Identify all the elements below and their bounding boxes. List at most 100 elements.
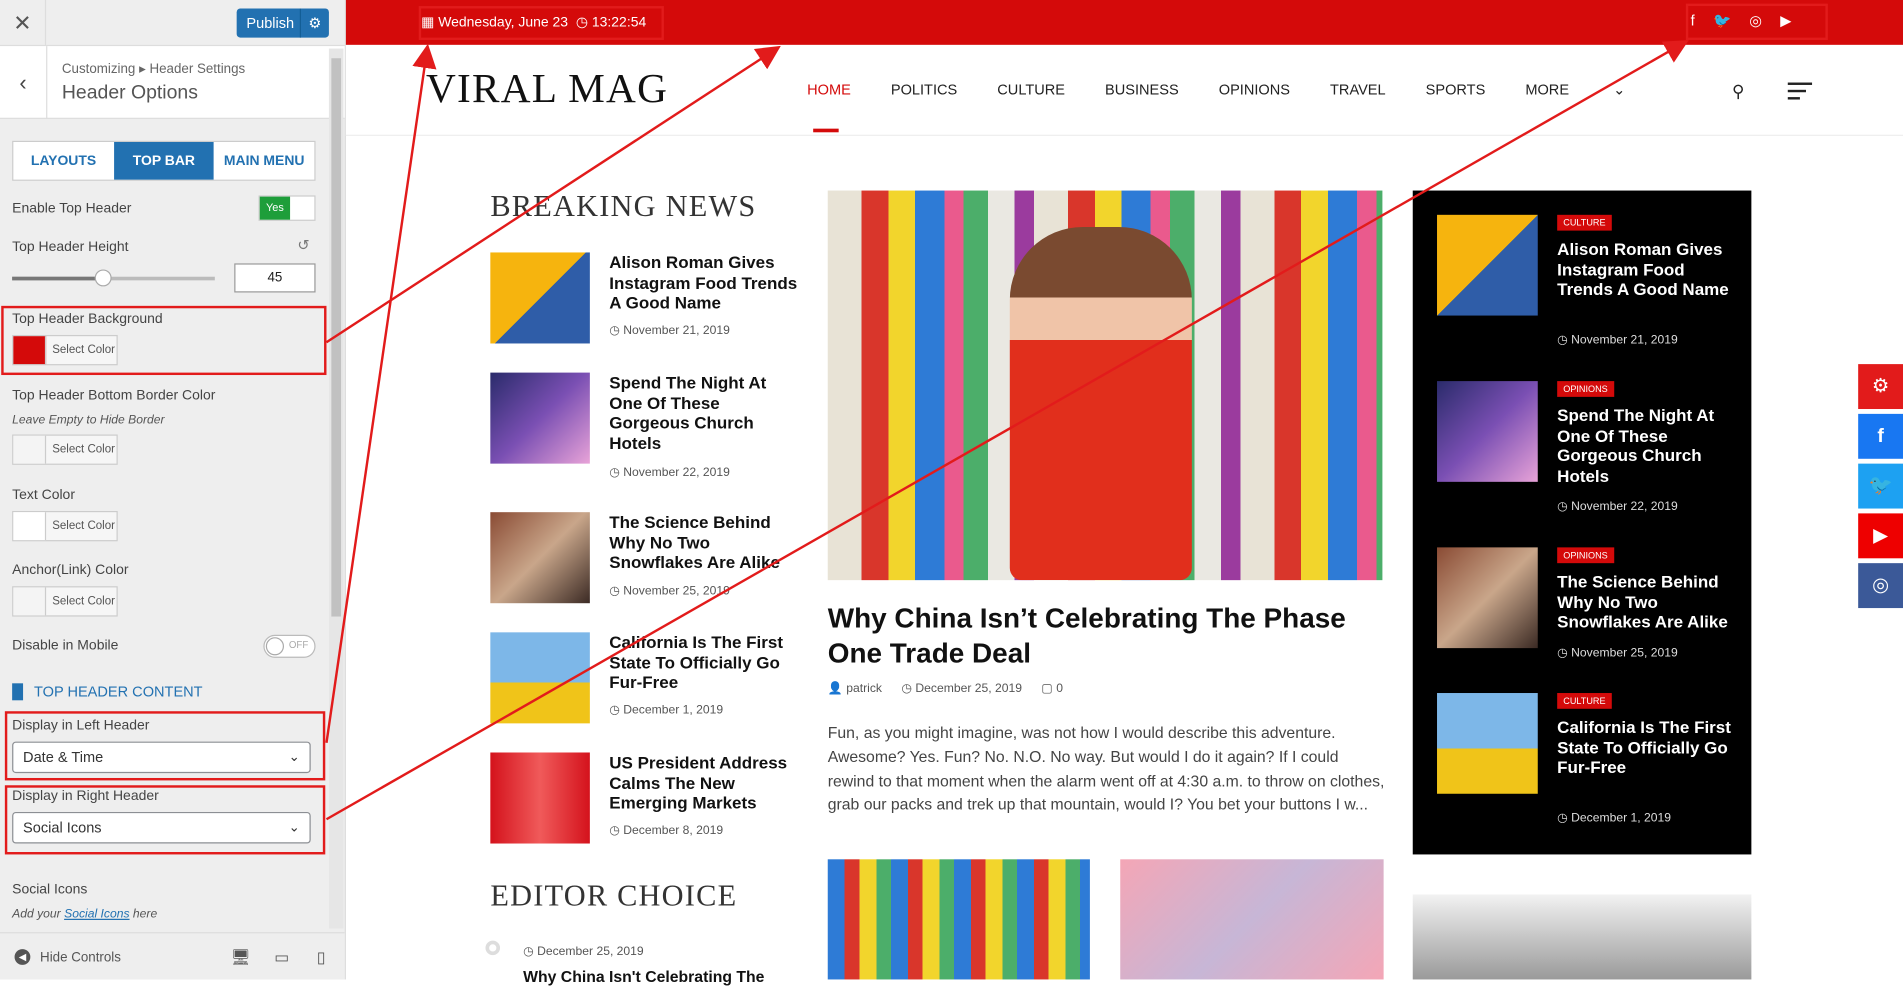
category-badge[interactable]: OPINIONS [1557,547,1614,564]
list-item[interactable]: The Science Behind Why No Two Snowflakes… [490,512,793,609]
customizer-panel: ✕ Publish ⚙ ‹ Customizing ▸ Header Settin… [0,0,346,980]
thumbnail-image[interactable] [490,512,590,604]
floating-facebook-icon[interactable]: f [1858,413,1903,459]
select-color-label: Select Color [52,594,115,609]
nav-item-travel[interactable]: TRAVEL [1330,81,1386,98]
thumbnail-image[interactable] [490,372,590,464]
article-title[interactable]: US President Address Calms The New Emerg… [609,752,797,812]
floating-instagram-icon[interactable]: ◎ [1858,563,1903,609]
floating-twitter-icon[interactable]: 🐦 [1858,463,1903,509]
tab-main-menu[interactable]: MAIN MENU [214,142,314,180]
thumbnail-image[interactable] [490,252,590,344]
gear-icon[interactable]: ⚙ [299,8,329,38]
panel-scrollbar[interactable] [328,48,344,929]
color-swatch[interactable] [13,512,47,541]
slider-knob[interactable] [94,269,112,287]
floating-youtube-icon[interactable]: ▶ [1858,513,1903,559]
hide-controls-button[interactable]: ◀ Hide Controls [14,949,121,965]
disable-mobile-toggle[interactable]: OFF [263,634,316,658]
color-swatch[interactable] [13,587,47,616]
hint-suffix: here [129,907,158,922]
article-title[interactable]: Alison Roman Gives Instagram Food Trends… [1557,239,1733,299]
thumbnail-image[interactable] [490,632,590,724]
date-text: November 25, 2019 [1571,646,1678,661]
list-item[interactable]: CULTURE Alison Roman Gives Instagram Foo… [1437,214,1740,361]
mobile-icon[interactable]: ▯ [317,948,326,967]
article-title[interactable]: California Is The First State To Officia… [1557,717,1733,777]
back-arrow-icon[interactable]: ‹ [0,46,48,119]
comments[interactable]: ▢ 0 [1041,682,1063,695]
date-text: November 21, 2019 [1571,333,1678,348]
editor-article-title[interactable]: Why China Isn't Celebrating The [523,967,764,985]
category-badge[interactable]: CULTURE [1557,214,1612,231]
social-icons-link[interactable]: Social Icons [64,908,129,921]
thumbnail-image[interactable] [1437,693,1538,794]
text-color-picker[interactable]: Select Color [12,510,118,542]
toggle-yes-label: Yes [259,196,291,220]
search-icon[interactable]: ⚲ [1732,81,1744,102]
category-badge[interactable]: CULTURE [1557,693,1612,709]
nav-item-politics[interactable]: POLITICS [891,81,957,98]
hero-title[interactable]: Why China Isn’t Celebrating The Phase On… [828,601,1386,671]
nav-item-opinions[interactable]: OPINIONS [1219,81,1290,98]
floating-gear-icon[interactable]: ⚙ [1858,364,1903,410]
author[interactable]: 👤 patrick [828,682,882,695]
list-item[interactable]: California Is The First State To Officia… [490,632,793,729]
nav-item-culture[interactable]: CULTURE [997,81,1065,98]
scrollbar-thumb[interactable] [331,58,342,617]
enable-top-header-toggle[interactable]: Yes [258,195,316,221]
sidebar-image[interactable] [1412,894,1752,980]
date-text: November 22, 2019 [1571,500,1678,514]
desktop-icon[interactable]: 🖥 [231,948,251,967]
category-badge[interactable]: OPINIONS [1557,381,1614,397]
height-input[interactable]: 45 [234,263,316,293]
site-logo[interactable]: VIRAL MAG [426,67,668,113]
close-icon[interactable]: ✕ [0,0,47,47]
list-item[interactable]: OPINIONS The Science Behind Why No Two S… [1437,547,1740,668]
article-title[interactable]: Spend The Night At One Of These Gorgeous… [1557,405,1733,485]
nav-item-more[interactable]: MORE ⌄ [1525,81,1625,98]
article-date: ◷ November 25, 2019 [1557,646,1678,661]
breaking-news-title: BREAKING NEWS [490,190,757,224]
article-title[interactable]: The Science Behind Why No Two Snowflakes… [1557,572,1733,632]
hero-meta: 👤 patrick ◷ December 25, 2019 ▢ 0 [828,682,1063,695]
list-item[interactable]: OPINIONS Spend The Night At One Of These… [1437,381,1740,527]
toggle-knob [265,637,285,656]
active-underline [813,128,839,133]
list-item[interactable]: Spend The Night At One Of These Gorgeous… [490,372,793,482]
editor-image-2[interactable] [1120,859,1384,980]
thumbnail-image[interactable] [1437,381,1538,482]
text-color-label: Text Color [12,487,75,503]
list-item[interactable]: Alison Roman Gives Instagram Food Trends… [490,252,797,349]
hamburger-menu-icon[interactable] [1787,82,1813,105]
tablet-icon[interactable]: ▭ [274,948,289,967]
nav-item-sports[interactable]: SPORTS [1426,81,1486,98]
height-slider[interactable] [12,269,215,287]
border-color-picker[interactable]: Select Color [12,434,118,465]
tab-layouts[interactable]: LAYOUTS [13,142,113,180]
list-item[interactable]: US President Address Calms The New Emerg… [490,752,793,849]
main-nav: HOME POLITICS CULTURE BUSINESS OPINIONS … [807,81,1665,98]
thumbnail-image[interactable] [1437,547,1538,649]
top-header-height-label: Top Header Height [12,240,129,255]
article-title[interactable]: The Science Behind Why No Two Snowflakes… [609,512,797,572]
thumbnail-image[interactable] [1437,214,1538,316]
link-color-picker[interactable]: Select Color [12,586,118,617]
collapse-icon: ◀ [14,949,31,965]
highlight-box [1685,3,1828,41]
article-title[interactable]: Spend The Night At One Of These Gorgeous… [609,373,797,453]
article-title[interactable]: California Is The First State To Officia… [609,632,797,692]
list-item[interactable]: CULTURE California Is The First State To… [1437,693,1740,833]
customizer-footer: ◀ Hide Controls 🖥 ▭ ▯ [0,932,345,980]
publish-button[interactable]: Publish ⚙ [236,8,329,38]
color-swatch[interactable] [13,435,47,464]
hero-image[interactable] [827,190,1383,581]
article-title[interactable]: Alison Roman Gives Instagram Food Trends… [609,252,797,312]
reset-icon[interactable]: ↺ [297,237,309,254]
nav-item-business[interactable]: BUSINESS [1105,81,1179,98]
tab-top-bar[interactable]: TOP BAR [113,142,215,180]
thumbnail-image[interactable] [490,752,590,844]
editor-image-1[interactable] [827,859,1090,980]
nav-item-home[interactable]: HOME [807,81,851,98]
date-text: November 22, 2019 [623,466,730,480]
